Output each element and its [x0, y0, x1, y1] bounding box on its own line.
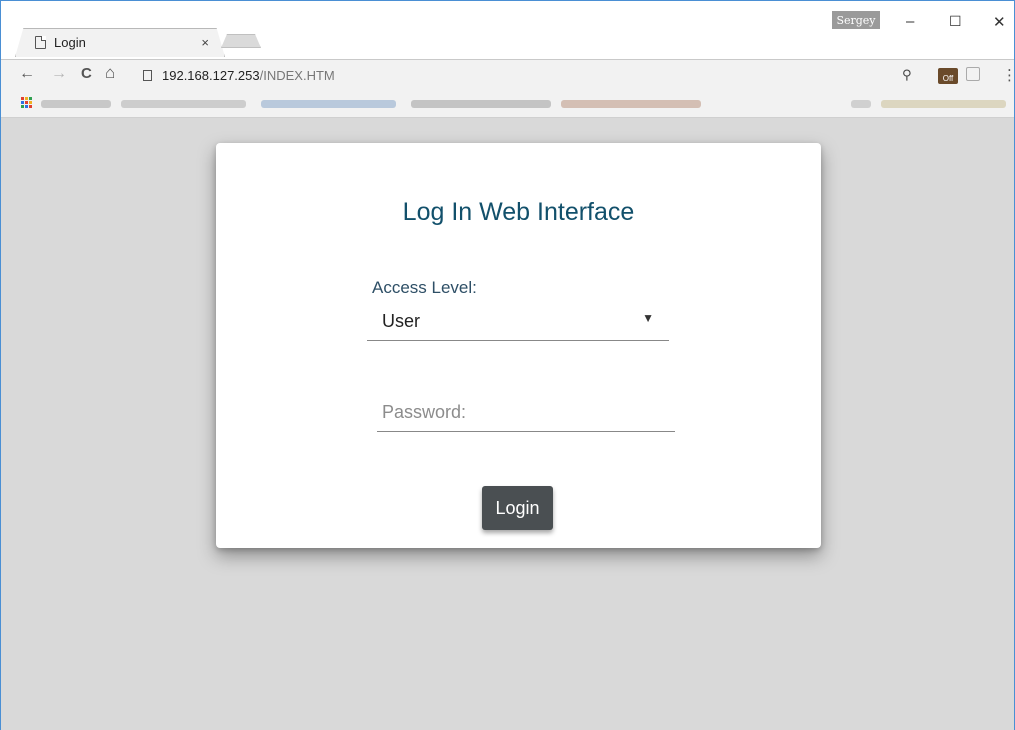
bookmark-item[interactable]	[41, 100, 111, 108]
bookmark-item[interactable]	[851, 100, 871, 108]
page-info-icon[interactable]	[143, 69, 152, 81]
login-button[interactable]: Login	[482, 486, 553, 530]
bookmark-item[interactable]	[261, 100, 396, 108]
browser-menu-icon[interactable]: ⋮	[1002, 66, 1014, 84]
page-title: Log In Web Interface	[402, 198, 635, 226]
bookmarks-bar	[1, 89, 1014, 118]
address-bar[interactable]: 192.168.127.253/INDEX.HTM	[131, 63, 926, 87]
apps-icon[interactable]	[21, 97, 32, 108]
access-level-value: User	[382, 311, 421, 331]
forward-icon[interactable]: →	[51, 65, 67, 83]
bookmark-item[interactable]	[121, 100, 246, 108]
close-icon[interactable]: ✕	[993, 13, 1006, 31]
bookmark-item[interactable]	[561, 100, 701, 108]
minimize-icon[interactable]: –	[906, 13, 914, 30]
new-tab-button[interactable]	[221, 34, 261, 48]
tab-close-icon[interactable]: ×	[201, 35, 209, 50]
page-viewport: Log In Web Interface Access Level: User …	[1, 118, 1014, 730]
dropdown-arrow-icon: ▼	[642, 311, 654, 325]
reload-icon[interactable]: C	[81, 65, 92, 82]
home-icon[interactable]: ⌂	[105, 63, 115, 83]
maximize-icon[interactable]: ☐	[949, 13, 962, 30]
login-card: Log In Web Interface Access Level: User …	[216, 143, 821, 548]
profile-button[interactable]: Sergey	[832, 11, 880, 29]
bookmark-item[interactable]	[411, 100, 551, 108]
tab-login[interactable]: Login ×	[15, 28, 225, 57]
access-level-select[interactable]: User ▼	[367, 303, 669, 341]
browser-toolbar: ← → C ⌂ 192.168.127.253/INDEX.HTM ⚲ Off …	[1, 59, 1014, 89]
key-icon[interactable]: ⚲	[902, 67, 912, 83]
extension-off-icon[interactable]: Off	[938, 68, 958, 84]
tab-strip: Login × Sergey – ☐ ✕	[1, 1, 1014, 59]
tab-title: Login	[54, 35, 86, 50]
url-host: 192.168.127.253	[162, 67, 260, 83]
page-icon	[35, 36, 46, 49]
bookmark-item[interactable]	[881, 100, 1006, 108]
password-field[interactable]	[377, 393, 675, 432]
back-icon[interactable]: ←	[19, 65, 35, 83]
url-path: /INDEX.HTM	[259, 67, 335, 83]
pdf-extension-icon[interactable]	[966, 67, 980, 81]
browser-window: Login × Sergey – ☐ ✕ ← → C ⌂ 192.168.127…	[0, 0, 1015, 730]
access-level-label: Access Level:	[372, 278, 477, 297]
